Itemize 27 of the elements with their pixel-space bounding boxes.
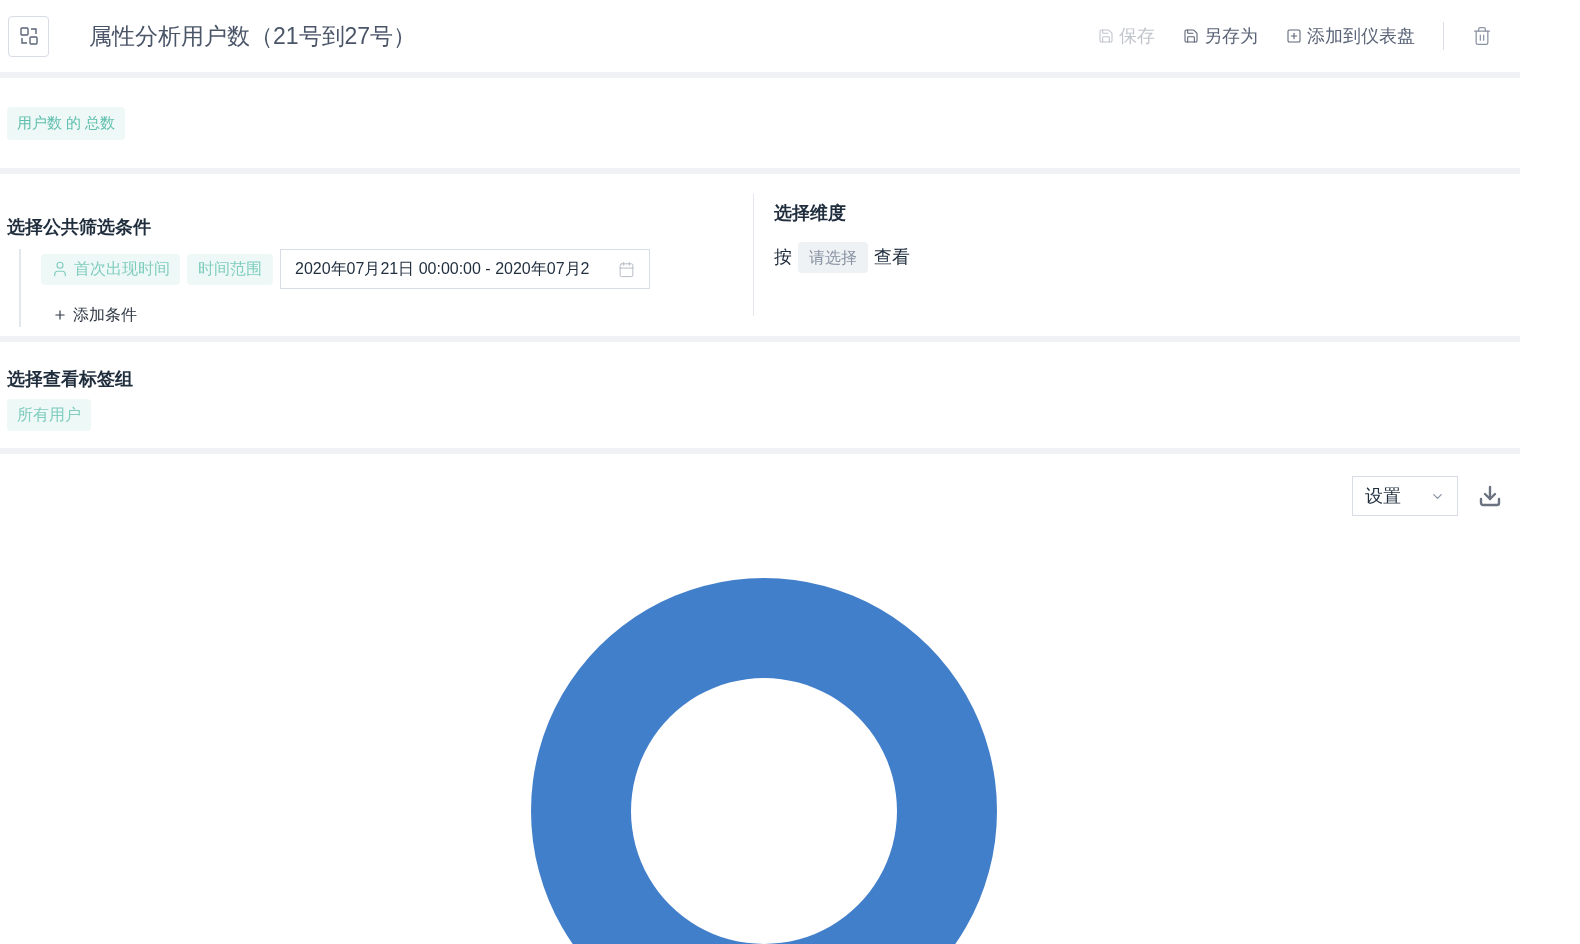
delete-button[interactable] xyxy=(1472,26,1492,46)
trash-icon xyxy=(1472,26,1492,46)
save-icon xyxy=(1098,28,1114,44)
plus-icon xyxy=(53,308,67,322)
dimension-select[interactable]: 请选择 xyxy=(798,242,868,273)
section-title: 选择查看标签组 xyxy=(7,368,134,391)
toolbar-button[interactable]: 另存为 xyxy=(1183,22,1258,50)
layout-toggle-button[interactable] xyxy=(8,15,49,57)
user-icon xyxy=(51,260,69,278)
layout-icon xyxy=(18,26,39,46)
user-group-tag[interactable]: 所有用户 xyxy=(7,399,91,431)
save-icon xyxy=(1183,28,1199,44)
toolbar-button[interactable]: 添加到仪表盘 xyxy=(1286,22,1415,50)
calendar-icon xyxy=(618,260,635,278)
add-square-icon xyxy=(1286,28,1302,44)
metric-tag[interactable]: 用户数 的 总数 xyxy=(7,107,126,140)
operator-tag[interactable]: 时间范围 xyxy=(187,253,273,285)
add-condition-button[interactable]: 添加条件 xyxy=(53,303,137,327)
dimension-prefix: 按 xyxy=(774,246,792,269)
download-icon[interactable] xyxy=(1478,484,1502,508)
settings-dropdown[interactable]: 设置 xyxy=(1352,476,1458,516)
property-tag[interactable]: 首次出现时间 xyxy=(41,253,180,285)
date-range-field[interactable]: 2020年07月21日 00:00:00 - 2020年07月2 xyxy=(280,249,650,289)
section-title: 选择维度 xyxy=(774,202,847,225)
dimension-suffix: 查看 xyxy=(874,246,910,269)
page-title: 属性分析用户数（21号到27号） xyxy=(89,21,417,51)
section-title: 选择公共筛选条件 xyxy=(7,216,152,239)
